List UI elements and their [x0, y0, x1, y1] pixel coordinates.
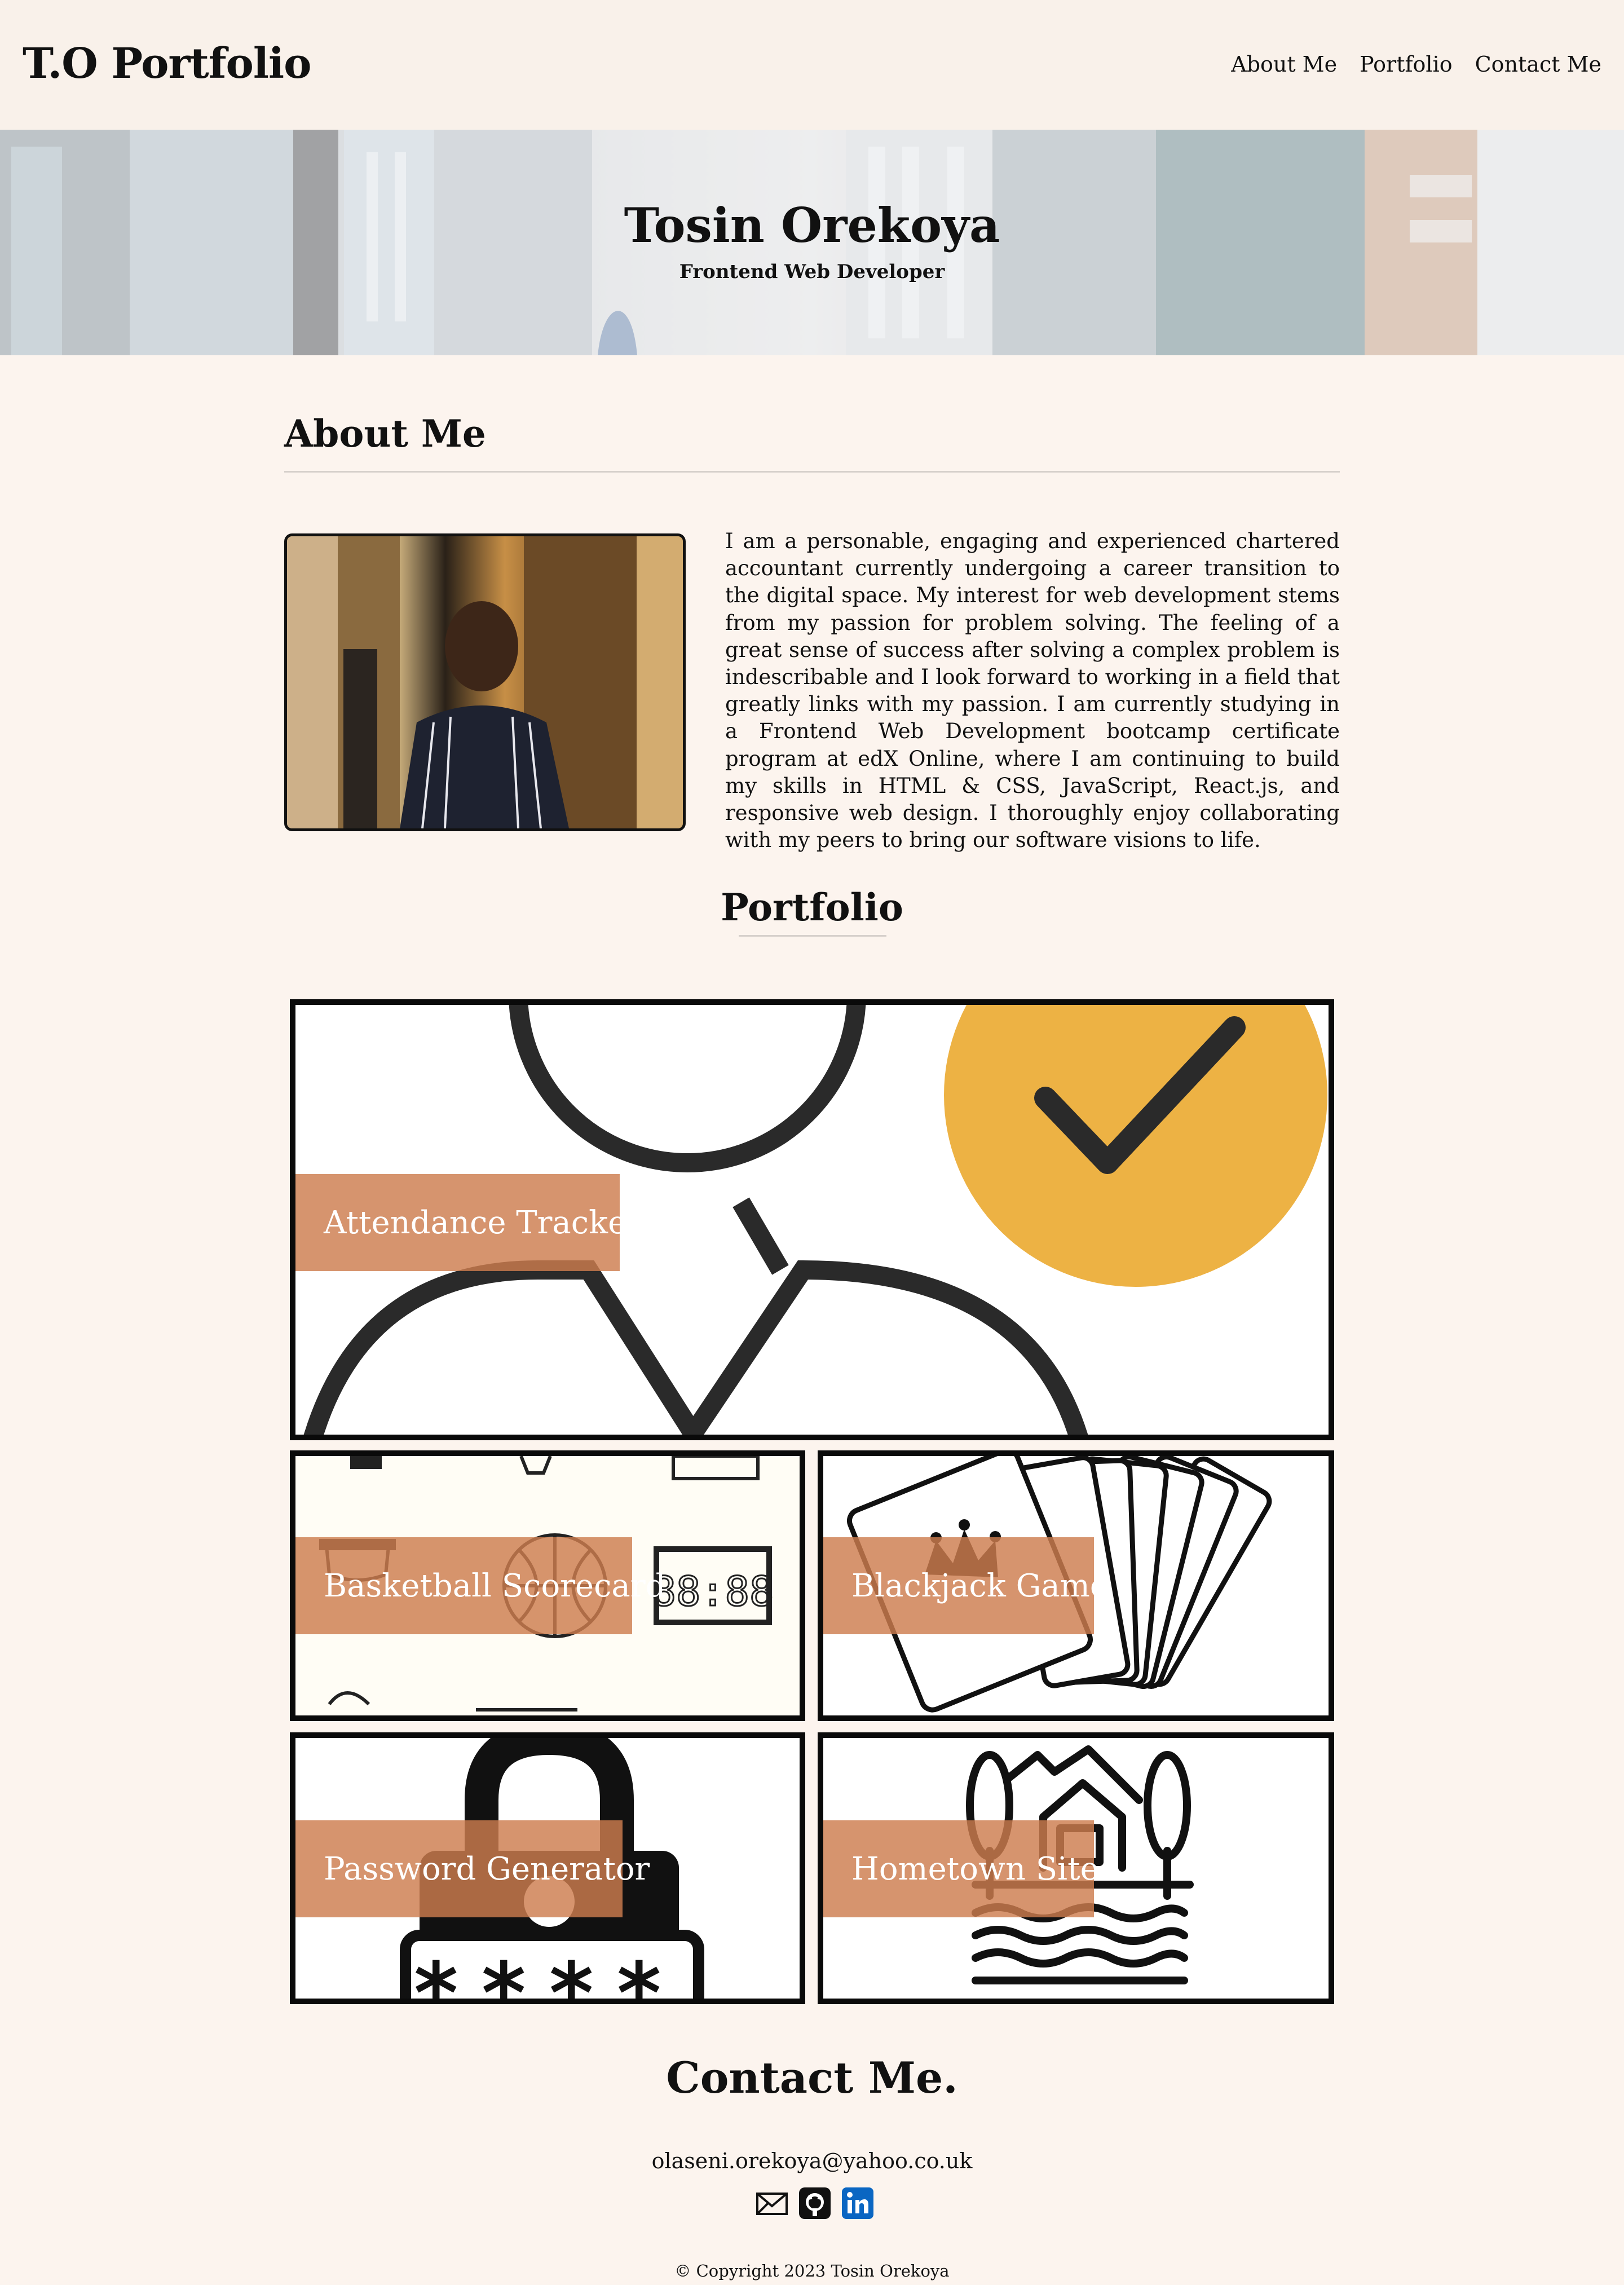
project-label-hometown-site: Hometown Site — [823, 1820, 1099, 1917]
about-text: I am a personable, engaging and experien… — [725, 529, 1340, 853]
project-card-password-generator[interactable]: * * * * Password Generator — [290, 1732, 805, 2004]
contact-icons — [756, 2187, 874, 2220]
project-label-attendance-tracker: Attendance Tracker — [295, 1174, 642, 1271]
footer-copyright: © Copyright 2023 Tosin Orekoya — [674, 2261, 950, 2280]
nav-portfolio[interactable]: Portfolio — [1360, 52, 1452, 77]
project-label-password-generator: Password Generator — [295, 1820, 650, 1917]
contact-email[interactable]: olaseni.orekoya@yahoo.co.uk — [0, 2149, 1624, 2173]
portfolio-title: Portfolio — [721, 885, 903, 929]
svg-text:*: * — [482, 1945, 526, 1999]
project-card-blackjack-game[interactable]: Blackjack Game — [818, 1450, 1334, 1721]
project-card-attendance-tracker[interactable]: Attendance Tracker — [290, 999, 1334, 1440]
project-card-basketball-scorecard[interactable]: 88:88 Basketball Scorecard — [290, 1450, 805, 1721]
main-nav: About Me Portfolio Contact Me — [1231, 52, 1601, 77]
svg-text:*: * — [414, 1945, 458, 1999]
contact-title: Contact Me. — [666, 2053, 958, 2103]
hero-name: Tosin Orekoya — [624, 197, 1000, 253]
mail-icon[interactable] — [756, 2187, 788, 2220]
github-icon[interactable] — [798, 2187, 831, 2220]
scoreboard-digits: 88:88 — [652, 1568, 774, 1615]
about-title: About Me — [284, 412, 486, 456]
nav-about-me[interactable]: About Me — [1231, 52, 1337, 77]
portfolio-divider — [739, 935, 886, 937]
site-brand[interactable]: T.O Portfolio — [23, 39, 311, 88]
hero-role: Frontend Web Developer — [679, 261, 945, 283]
project-card-hometown-site[interactable]: Hometown Site — [818, 1732, 1334, 2004]
about-divider — [284, 471, 1340, 473]
nav-contact-me[interactable]: Contact Me — [1475, 52, 1601, 77]
project-label-basketball-scorecard: Basketball Scorecard — [295, 1537, 665, 1634]
linkedin-icon[interactable] — [841, 2187, 874, 2220]
svg-text:*: * — [549, 1945, 593, 1999]
profile-photo — [284, 533, 686, 831]
svg-text:*: * — [617, 1945, 661, 1999]
site-header: T.O Portfolio About Me Portfolio Contact… — [0, 0, 1624, 130]
hero-banner: Tosin Orekoya Frontend Web Developer — [0, 130, 1624, 355]
profile-photo-image — [287, 536, 683, 828]
project-label-blackjack-game: Blackjack Game — [823, 1537, 1109, 1634]
